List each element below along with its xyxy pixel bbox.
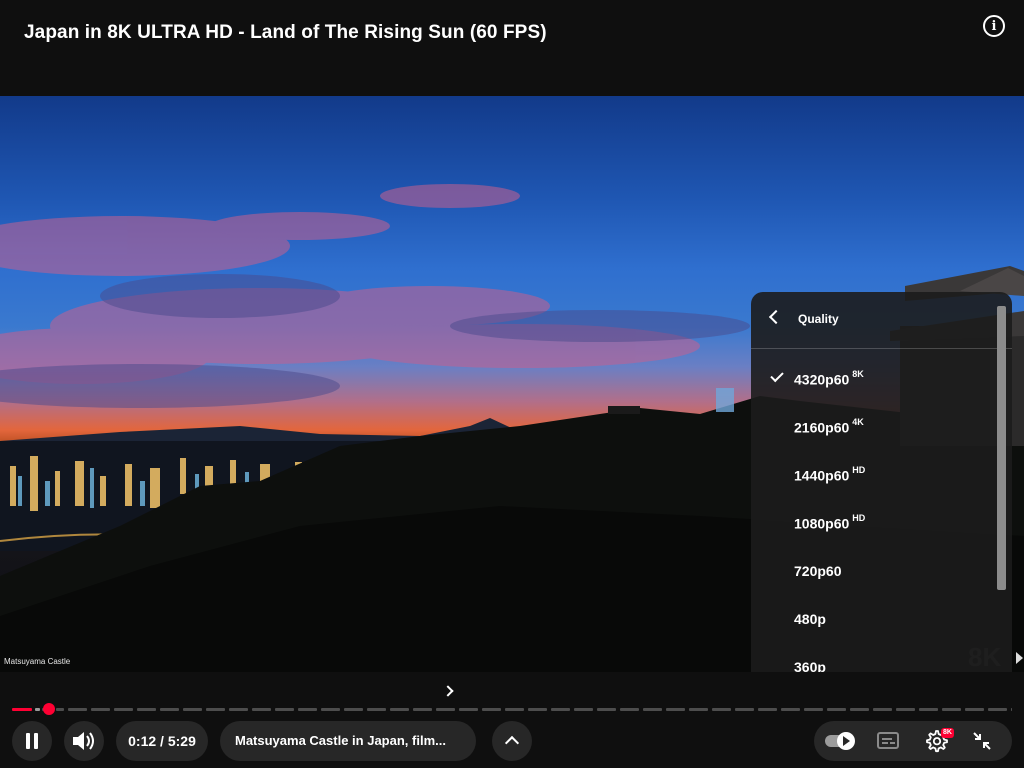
progress-segment[interactable]	[988, 708, 1007, 711]
quality-option[interactable]: 720p60	[751, 547, 997, 595]
quality-option-label: 4320p60 8K	[794, 369, 864, 388]
chapter-button[interactable]: Matsuyama Castle in Japan, film...	[220, 721, 476, 761]
pause-icon	[26, 733, 30, 749]
progress-segment[interactable]	[68, 708, 87, 711]
progress-segment[interactable]	[689, 708, 708, 711]
progress-segment[interactable]	[344, 708, 363, 711]
progress-segment[interactable]	[459, 708, 478, 711]
progress-segment[interactable]	[781, 708, 800, 711]
quality-option[interactable]: 4320p60 8K	[751, 355, 997, 403]
progress-segment[interactable]	[850, 708, 869, 711]
quality-option[interactable]: 1440p60 HD	[751, 451, 997, 499]
progress-segment[interactable]	[229, 708, 248, 711]
time-display: 0:12 / 5:29	[116, 721, 208, 761]
quality-option[interactable]: 480p	[751, 595, 997, 643]
progress-segment[interactable]	[91, 708, 110, 711]
progress-segment[interactable]	[965, 708, 984, 711]
progress-segment[interactable]	[735, 708, 754, 711]
player-controls: 0:12 / 5:29 Matsuyama Castle in Japan, f…	[0, 672, 1024, 768]
quality-option-label: 1080p60 HD	[794, 513, 866, 532]
progress-segment[interactable]	[321, 708, 340, 711]
progress-segment[interactable]	[620, 708, 639, 711]
quality-value: 4320p60	[794, 371, 850, 388]
quality-value: 1440p60	[794, 467, 850, 484]
volume-button[interactable]	[64, 721, 104, 761]
quality-badge: HD	[852, 465, 866, 475]
volume-icon	[73, 732, 94, 750]
progress-segment[interactable]	[390, 708, 409, 711]
check-icon	[770, 368, 784, 383]
chevron-right-icon	[442, 685, 454, 697]
progress-segment[interactable]	[137, 708, 156, 711]
progress-segment[interactable]	[482, 708, 501, 711]
progress-segment[interactable]	[252, 708, 271, 711]
progress-segment[interactable]	[56, 708, 64, 711]
progress-segment[interactable]	[896, 708, 915, 711]
progress-segment[interactable]	[1011, 708, 1012, 711]
pause-icon	[34, 733, 38, 749]
progress-segment[interactable]	[804, 708, 823, 711]
progress-segment[interactable]	[275, 708, 294, 711]
quality-option[interactable]: 2160p60 4K	[751, 403, 997, 451]
quality-option-label: 1440p60 HD	[794, 465, 866, 484]
quality-badge: HD	[852, 513, 866, 523]
quality-value: 2160p60	[794, 419, 850, 436]
chevron-left-icon[interactable]	[768, 309, 784, 325]
top-bar: Japan in 8K ULTRA HD - Land of The Risin…	[0, 0, 1024, 96]
quality-menu-title: Quality	[798, 312, 839, 326]
quality-menu: Quality 4320p60 8K 2160p60 4K 1440p60 HD 1080p…	[751, 292, 1012, 706]
autoplay-toggle-icon	[837, 732, 855, 750]
scrubber-handle[interactable]	[43, 703, 55, 715]
progress-segment[interactable]	[919, 708, 938, 711]
quality-badge: 8K	[852, 369, 864, 379]
progress-segment[interactable]	[574, 708, 593, 711]
menu-scroll-thumb[interactable]	[997, 306, 1006, 590]
settings-badge: 8K	[941, 728, 954, 738]
progress-segment[interactable]	[528, 708, 547, 711]
progress-bar[interactable]	[12, 708, 1012, 711]
progress-segment[interactable]	[413, 708, 432, 711]
quality-value: 1080p60	[794, 515, 850, 532]
progress-segment[interactable]	[160, 708, 179, 711]
pause-button[interactable]	[12, 721, 52, 761]
video-title[interactable]: Japan in 8K ULTRA HD - Land of The Risin…	[24, 22, 547, 44]
exit-fullscreen-icon[interactable]	[972, 731, 992, 751]
quality-value: 480p	[794, 611, 826, 627]
info-icon[interactable]: i	[983, 15, 1005, 37]
expand-button[interactable]	[492, 721, 532, 761]
chevron-up-icon	[504, 735, 520, 751]
progress-segment[interactable]	[12, 708, 32, 711]
progress-segment[interactable]	[206, 708, 225, 711]
progress-segment[interactable]	[597, 708, 616, 711]
progress-segment[interactable]	[183, 708, 202, 711]
progress-segment[interactable]	[367, 708, 386, 711]
quality-menu-header[interactable]: Quality	[751, 292, 1012, 349]
progress-segment[interactable]	[827, 708, 846, 711]
quality-option[interactable]: 1080p60 HD	[751, 499, 997, 547]
quality-option-label: 480p	[794, 611, 826, 627]
quality-option-label: 2160p60 4K	[794, 417, 864, 436]
autoplay-toggle[interactable]	[825, 732, 855, 750]
progress-segment[interactable]	[114, 708, 133, 711]
progress-segment[interactable]	[666, 708, 685, 711]
next-arrow-icon[interactable]	[1016, 652, 1023, 664]
progress-segment[interactable]	[298, 708, 317, 711]
menu-scrollbar[interactable]	[997, 306, 1006, 698]
progress-segment[interactable]	[873, 708, 892, 711]
chapter-title: Matsuyama Castle in Japan, film...	[235, 733, 446, 748]
progress-segment[interactable]	[758, 708, 777, 711]
progress-segment[interactable]	[942, 708, 961, 711]
progress-segment[interactable]	[505, 708, 524, 711]
right-controls: 8K	[814, 721, 1012, 761]
quality-badge: 4K	[852, 417, 864, 427]
captions-icon[interactable]	[877, 732, 899, 749]
progress-segment[interactable]	[35, 708, 40, 711]
progress-segment[interactable]	[643, 708, 662, 711]
quality-option-label: 720p60	[794, 563, 841, 579]
progress-segment[interactable]	[712, 708, 731, 711]
progress-segment[interactable]	[551, 708, 570, 711]
quality-value: 720p60	[794, 563, 842, 579]
progress-segment[interactable]	[436, 708, 455, 711]
video-caption: Matsuyama Castle	[4, 657, 71, 666]
